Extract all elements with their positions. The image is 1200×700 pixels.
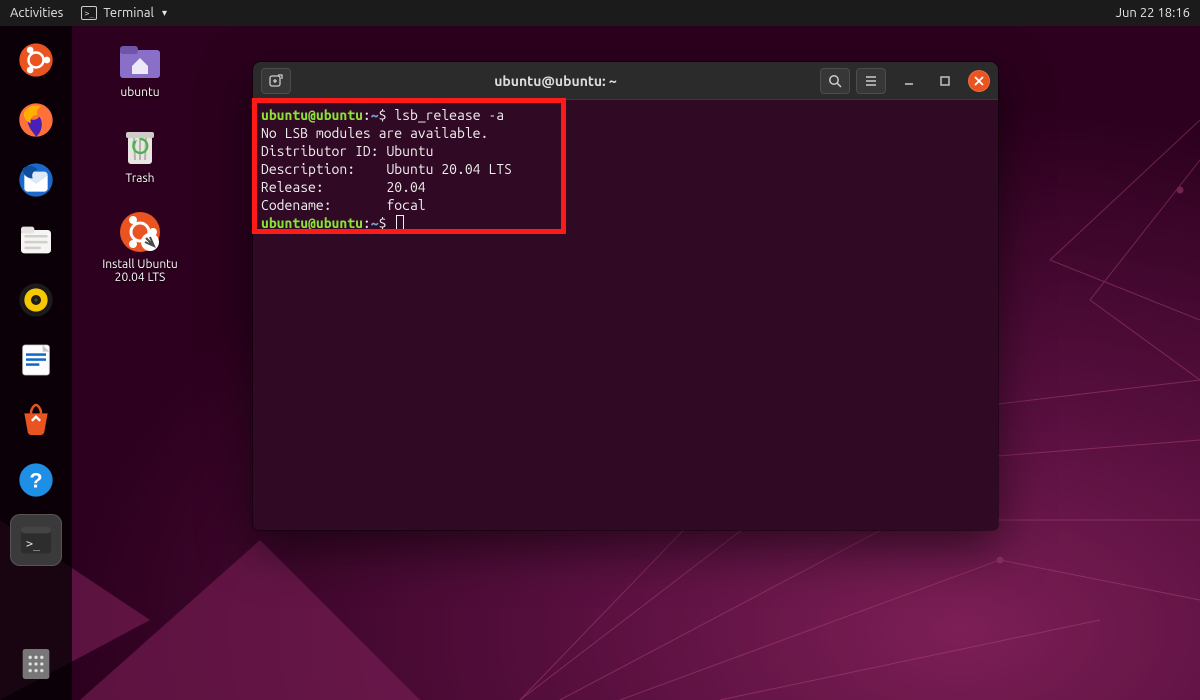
prompt-user: ubuntu@ubuntu	[261, 215, 363, 231]
new-tab-button[interactable]	[261, 68, 291, 94]
prompt-path: ~	[371, 215, 379, 231]
close-button[interactable]	[968, 70, 990, 92]
dock: ? >_	[0, 26, 72, 700]
desktop-home-folder[interactable]: ubuntu	[90, 36, 190, 100]
terminal-cursor	[396, 215, 404, 230]
dock-files[interactable]	[10, 214, 62, 266]
prompt-user: ubuntu@ubuntu	[261, 107, 363, 123]
terminal-output-line: Release: 20.04	[261, 179, 426, 195]
desktop-trash-label: Trash	[125, 172, 154, 186]
desktop-install-ubuntu[interactable]: Install Ubuntu 20.04 LTS	[90, 208, 190, 286]
dock-libreoffice-writer[interactable]	[10, 334, 62, 386]
desktop-home-label: ubuntu	[120, 86, 159, 100]
hamburger-menu-button[interactable]	[856, 68, 886, 94]
chevron-down-icon: ▾	[162, 7, 167, 19]
terminal-output-line: Distributor ID: Ubuntu	[261, 143, 433, 159]
dock-ubuntu-logo[interactable]	[10, 34, 62, 86]
terminal-body[interactable]: ubuntu@ubuntu:~$ lsb_release -a No LSB m…	[253, 100, 998, 530]
maximize-button[interactable]	[932, 70, 958, 92]
desktop-icons: ubuntu Trash Install Ubuntu 20.04 LTS	[90, 36, 190, 285]
desktop-trash[interactable]: Trash	[90, 122, 190, 186]
terminal-command: lsb_release -a	[394, 107, 504, 123]
terminal-output-line: Codename: focal	[261, 197, 426, 213]
dock-help[interactable]: ?	[10, 454, 62, 506]
terminal-titlebar[interactable]: ubuntu@ubuntu: ~	[253, 62, 998, 100]
activities-button[interactable]: Activities	[10, 6, 63, 20]
svg-text:>_: >_	[26, 537, 41, 551]
terminal-output-line: Description: Ubuntu 20.04 LTS	[261, 161, 512, 177]
dock-rhythmbox[interactable]	[10, 274, 62, 326]
dock-ubuntu-software[interactable]	[10, 394, 62, 446]
dock-show-applications[interactable]	[10, 638, 62, 690]
top-bar: Activities Terminal ▾ Jun 22 18:16	[0, 0, 1200, 26]
clock[interactable]: Jun 22 18:16	[1116, 6, 1190, 20]
svg-text:?: ?	[29, 468, 42, 493]
app-menu-label: Terminal	[103, 6, 154, 20]
terminal-window: ubuntu@ubuntu: ~ ubuntu@ubuntu:~$ lsb_re…	[253, 62, 998, 530]
desktop-install-label: Install Ubuntu 20.04 LTS	[90, 258, 190, 286]
dock-firefox[interactable]	[10, 94, 62, 146]
terminal-icon	[81, 6, 97, 20]
app-menu[interactable]: Terminal ▾	[81, 6, 167, 20]
terminal-output-line: No LSB modules are available.	[261, 125, 488, 141]
search-button[interactable]	[820, 68, 850, 94]
terminal-title: ubuntu@ubuntu: ~	[297, 73, 814, 89]
dock-terminal[interactable]: >_	[10, 514, 62, 566]
dock-thunderbird[interactable]	[10, 154, 62, 206]
prompt-path: ~	[371, 107, 379, 123]
minimize-button[interactable]	[896, 70, 922, 92]
